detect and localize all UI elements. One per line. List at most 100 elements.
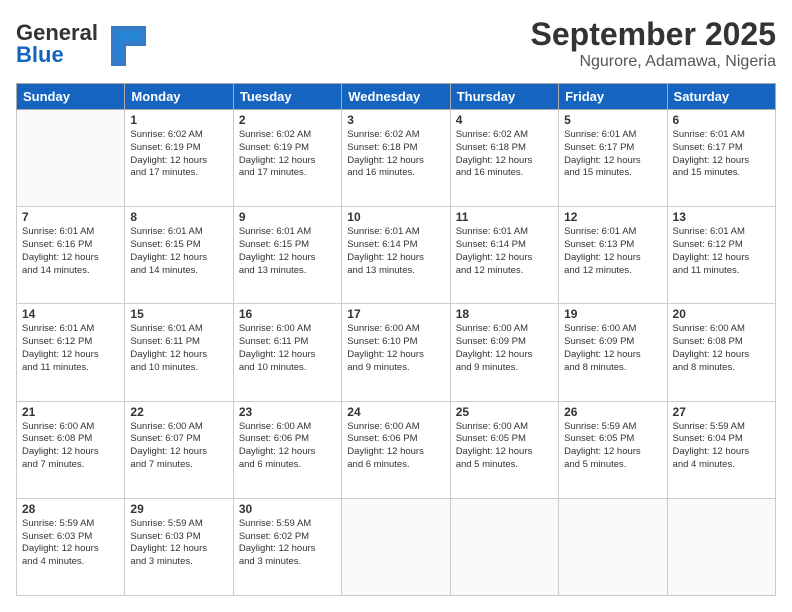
day-info: Sunrise: 6:00 AM Sunset: 6:11 PM Dayligh… (239, 323, 336, 374)
day-info: Sunrise: 6:01 AM Sunset: 6:17 PM Dayligh… (673, 129, 770, 180)
day-info: Sunrise: 6:01 AM Sunset: 6:15 PM Dayligh… (130, 226, 227, 277)
day-number: 29 (130, 502, 227, 516)
calendar-week-row: 28 Sunrise: 5:59 AM Sunset: 6:03 PM Dayli… (17, 498, 776, 595)
calendar-cell: 17 Sunrise: 6:00 AM Sunset: 6:10 PM Dayli… (342, 304, 450, 401)
day-info: Sunrise: 6:01 AM Sunset: 6:12 PM Dayligh… (673, 226, 770, 277)
calendar-cell: 8 Sunrise: 6:01 AM Sunset: 6:15 PM Daylig… (125, 207, 233, 304)
weekday-header: Tuesday (233, 84, 341, 110)
day-number: 16 (239, 307, 336, 321)
day-info: Sunrise: 5:59 AM Sunset: 6:03 PM Dayligh… (130, 518, 227, 569)
day-info: Sunrise: 5:59 AM Sunset: 6:03 PM Dayligh… (22, 518, 119, 569)
day-number: 6 (673, 113, 770, 127)
day-info: Sunrise: 6:00 AM Sunset: 6:06 PM Dayligh… (347, 421, 444, 472)
day-info: Sunrise: 6:02 AM Sunset: 6:19 PM Dayligh… (239, 129, 336, 180)
day-number: 7 (22, 210, 119, 224)
day-number: 14 (22, 307, 119, 321)
day-number: 1 (130, 113, 227, 127)
calendar-cell (17, 110, 125, 207)
day-number: 17 (347, 307, 444, 321)
day-number: 15 (130, 307, 227, 321)
day-info: Sunrise: 6:01 AM Sunset: 6:14 PM Dayligh… (347, 226, 444, 277)
calendar-cell: 18Sunrise: 6:00 AM Sunset: 6:09 PM Dayli… (450, 304, 558, 401)
weekday-header: Wednesday (342, 84, 450, 110)
calendar-cell: 7Sunrise: 6:01 AM Sunset: 6:16 PM Daylig… (17, 207, 125, 304)
day-number: 19 (564, 307, 661, 321)
weekday-header: Monday (125, 84, 233, 110)
calendar-cell: 22Sunrise: 6:00 AM Sunset: 6:07 PM Dayli… (125, 401, 233, 498)
location-title: Ngurore, Adamawa, Nigeria (531, 53, 776, 71)
day-info: Sunrise: 6:00 AM Sunset: 6:08 PM Dayligh… (22, 421, 119, 472)
day-number: 5 (564, 113, 661, 127)
day-info: Sunrise: 6:01 AM Sunset: 6:15 PM Dayligh… (239, 226, 336, 277)
day-info: Sunrise: 6:00 AM Sunset: 6:08 PM Dayligh… (673, 323, 770, 374)
calendar-cell: 26 Sunrise: 5:59 AM Sunset: 6:05 PM Dayli… (559, 401, 667, 498)
calendar-cell: 29 Sunrise: 5:59 AM Sunset: 6:03 PM Dayli… (125, 498, 233, 595)
day-info: Sunrise: 6:01 AM Sunset: 6:17 PM Dayligh… (564, 129, 661, 180)
day-info: Sunrise: 6:02 AM Sunset: 6:18 PM Dayligh… (347, 129, 444, 180)
weekday-header: Friday (559, 84, 667, 110)
day-info: Sunrise: 6:00 AM Sunset: 6:09 PM Dayligh… (564, 323, 661, 374)
day-number: 8 (130, 210, 227, 224)
calendar-cell: 30Sunrise: 5:59 AM Sunset: 6:02 PM Dayli… (233, 498, 341, 595)
day-number: 21 (22, 405, 119, 419)
calendar-cell: 5 Sunrise: 6:01 AM Sunset: 6:17 PM Daylig… (559, 110, 667, 207)
day-number: 9 (239, 210, 336, 224)
calendar-cell (342, 498, 450, 595)
calendar-cell: 25Sunrise: 6:00 AM Sunset: 6:05 PM Dayli… (450, 401, 558, 498)
calendar-header-row: SundayMondayTuesdayWednesdayThursdayFrid… (17, 84, 776, 110)
calendar-cell: 10 Sunrise: 6:01 AM Sunset: 6:14 PM Dayli… (342, 207, 450, 304)
calendar-week-row: 21 Sunrise: 6:00 AM Sunset: 6:08 PM Dayli… (17, 401, 776, 498)
day-number: 20 (673, 307, 770, 321)
day-number: 10 (347, 210, 444, 224)
calendar-cell: 20 Sunrise: 6:00 AM Sunset: 6:08 PM Dayli… (667, 304, 775, 401)
day-number: 3 (347, 113, 444, 127)
logo: General Blue (16, 16, 146, 73)
calendar-cell (559, 498, 667, 595)
calendar-cell: 14Sunrise: 6:01 AM Sunset: 6:12 PM Dayli… (17, 304, 125, 401)
day-number: 26 (564, 405, 661, 419)
calendar-cell: 12Sunrise: 6:01 AM Sunset: 6:13 PM Dayli… (559, 207, 667, 304)
day-info: Sunrise: 6:00 AM Sunset: 6:07 PM Dayligh… (130, 421, 227, 472)
weekday-header: Sunday (17, 84, 125, 110)
day-number: 11 (456, 210, 553, 224)
calendar-cell: 21 Sunrise: 6:00 AM Sunset: 6:08 PM Dayli… (17, 401, 125, 498)
calendar-week-row: 7Sunrise: 6:01 AM Sunset: 6:16 PM Daylig… (17, 207, 776, 304)
day-info: Sunrise: 6:01 AM Sunset: 6:11 PM Dayligh… (130, 323, 227, 374)
calendar-cell: 11 Sunrise: 6:01 AM Sunset: 6:14 PM Dayli… (450, 207, 558, 304)
day-number: 4 (456, 113, 553, 127)
calendar-cell: 3 Sunrise: 6:02 AM Sunset: 6:18 PM Daylig… (342, 110, 450, 207)
day-info: Sunrise: 6:00 AM Sunset: 6:10 PM Dayligh… (347, 323, 444, 374)
day-number: 27 (673, 405, 770, 419)
svg-text:Blue: Blue (16, 42, 64, 67)
calendar-cell: 16 Sunrise: 6:00 AM Sunset: 6:11 PM Dayli… (233, 304, 341, 401)
page: General Blue September 2025 Ngurore, Ada… (0, 0, 792, 612)
day-number: 2 (239, 113, 336, 127)
calendar-cell: 4Sunrise: 6:02 AM Sunset: 6:18 PM Daylig… (450, 110, 558, 207)
day-number: 23 (239, 405, 336, 419)
weekday-header: Saturday (667, 84, 775, 110)
day-number: 13 (673, 210, 770, 224)
day-number: 25 (456, 405, 553, 419)
day-info: Sunrise: 5:59 AM Sunset: 6:05 PM Dayligh… (564, 421, 661, 472)
calendar-cell: 15 Sunrise: 6:01 AM Sunset: 6:11 PM Dayli… (125, 304, 233, 401)
calendar-cell: 13 Sunrise: 6:01 AM Sunset: 6:12 PM Dayli… (667, 207, 775, 304)
day-info: Sunrise: 6:00 AM Sunset: 6:09 PM Dayligh… (456, 323, 553, 374)
day-info: Sunrise: 5:59 AM Sunset: 6:02 PM Dayligh… (239, 518, 336, 569)
calendar-cell: 19 Sunrise: 6:00 AM Sunset: 6:09 PM Dayli… (559, 304, 667, 401)
month-title: September 2025 (531, 16, 776, 53)
header: General Blue September 2025 Ngurore, Ada… (16, 16, 776, 73)
logo-text: General Blue (16, 16, 146, 73)
day-info: Sunrise: 6:00 AM Sunset: 6:06 PM Dayligh… (239, 421, 336, 472)
calendar-cell: 2 Sunrise: 6:02 AM Sunset: 6:19 PM Daylig… (233, 110, 341, 207)
day-number: 28 (22, 502, 119, 516)
calendar-cell (450, 498, 558, 595)
title-block: September 2025 Ngurore, Adamawa, Nigeria (531, 16, 776, 71)
day-number: 24 (347, 405, 444, 419)
calendar-week-row: 14Sunrise: 6:01 AM Sunset: 6:12 PM Dayli… (17, 304, 776, 401)
calendar-cell: 24 Sunrise: 6:00 AM Sunset: 6:06 PM Dayli… (342, 401, 450, 498)
day-info: Sunrise: 6:01 AM Sunset: 6:14 PM Dayligh… (456, 226, 553, 277)
calendar-table: SundayMondayTuesdayWednesdayThursdayFrid… (16, 83, 776, 596)
calendar-cell: 23 Sunrise: 6:00 AM Sunset: 6:06 PM Dayli… (233, 401, 341, 498)
weekday-header: Thursday (450, 84, 558, 110)
day-info: Sunrise: 6:02 AM Sunset: 6:19 PM Dayligh… (130, 129, 227, 180)
